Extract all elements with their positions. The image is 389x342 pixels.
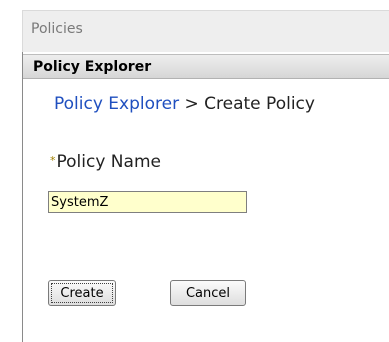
policies-title: Policies — [31, 21, 83, 37]
breadcrumb-policy-explorer-link[interactable]: Policy Explorer — [54, 94, 179, 114]
policies-title-bar: Policies — [22, 10, 389, 52]
policy-explorer-title: Policy Explorer — [33, 59, 152, 75]
required-marker: * — [50, 154, 56, 167]
breadcrumb-separator: > — [184, 94, 199, 114]
cancel-button[interactable]: Cancel — [170, 280, 246, 306]
policy-explorer-title-bar: Policy Explorer — [23, 54, 389, 79]
policy-name-label: Policy Name — [56, 152, 161, 172]
panel-left-border — [22, 52, 23, 342]
breadcrumb: Policy Explorer > Create Policy — [54, 94, 315, 114]
breadcrumb-current-page: Create Policy — [204, 94, 315, 114]
policies-panel: Policies Policy Explorer Policy Explorer… — [22, 10, 389, 342]
policy-name-input[interactable] — [48, 191, 247, 213]
policy-name-label-row: *Policy Name — [50, 152, 161, 172]
create-button[interactable]: Create — [48, 280, 116, 306]
